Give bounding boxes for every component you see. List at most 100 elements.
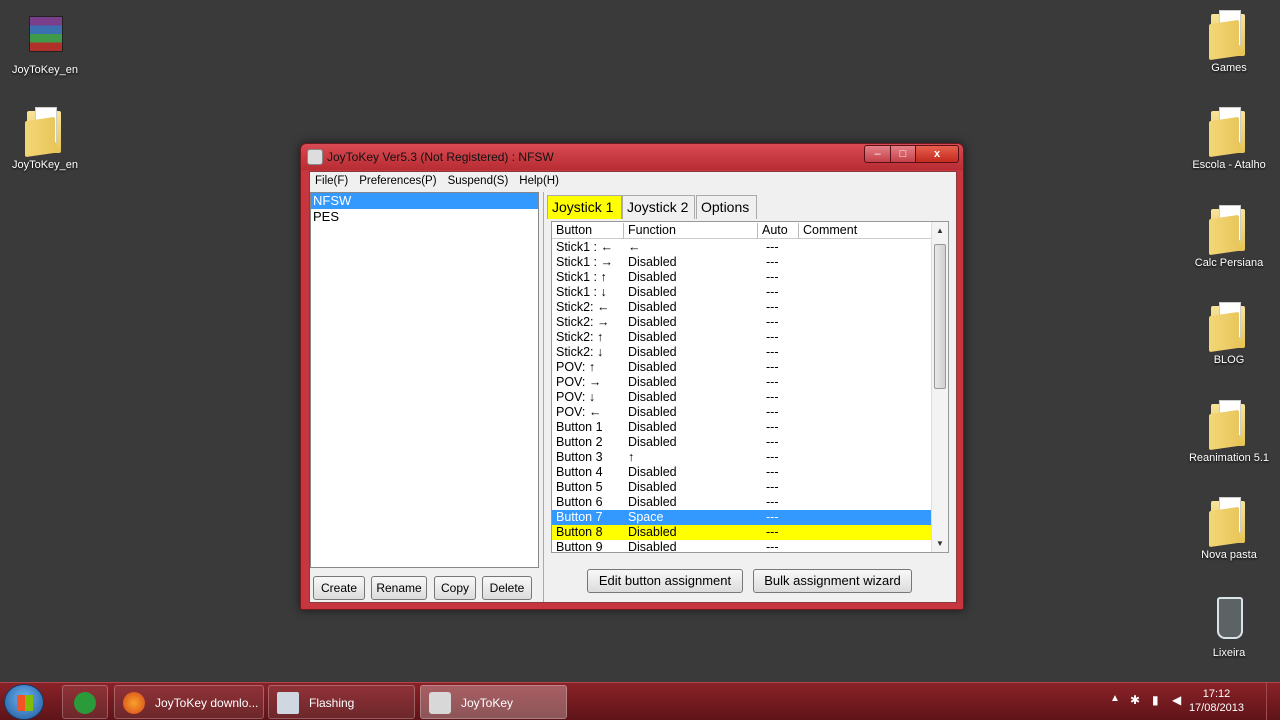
tab-options[interactable]: Options [696, 195, 757, 219]
row-function-cell: Space [628, 510, 664, 524]
profile-item-nfsw[interactable]: NFSW [311, 193, 538, 209]
row-auto-cell: --- [766, 315, 779, 329]
maximize-button[interactable]: □ [890, 145, 916, 163]
title-bar[interactable]: JoyToKey Ver5.3 (Not Registered) : NFSW … [301, 144, 963, 170]
volume-icon[interactable]: ◀ [1172, 693, 1181, 707]
table-row[interactable]: Button 8 Disabled --- [552, 525, 932, 540]
table-row[interactable]: Button 9 Disabled --- [552, 540, 932, 552]
window-client: File(F) Preferences(P) Suspend(S) Help(H… [309, 171, 957, 603]
table-row[interactable]: Stick1 : → Disabled --- [552, 255, 932, 270]
minimize-button[interactable]: – [864, 145, 891, 163]
menu-bar: File(F) Preferences(P) Suspend(S) Help(H… [310, 172, 956, 191]
profile-list[interactable]: NFSW PES [310, 192, 539, 568]
table-row[interactable]: Button 5 Disabled --- [552, 480, 932, 495]
row-button-cell: POV: → [556, 375, 602, 389]
delete-button[interactable]: Delete [482, 576, 532, 600]
desktop-icon-lixeira[interactable]: Lixeira [1184, 593, 1274, 659]
show-desktop-button[interactable] [1266, 683, 1280, 720]
table-row[interactable]: Button 2 Disabled --- [552, 435, 932, 450]
tab-joystick-1[interactable]: Joystick 1 [547, 195, 622, 219]
row-button-cell: Stick2: → [556, 315, 610, 329]
row-button-cell: Button 7 [556, 510, 603, 524]
row-auto-cell: --- [766, 390, 779, 404]
desktop-icon-joytokey-folder[interactable]: JoyToKey_en [0, 105, 90, 171]
grid-rows: Stick1 : ← ← --- Stick1 : → Disabled --- Stick… [552, 240, 932, 552]
rename-button[interactable]: Rename [371, 576, 427, 600]
firefox-icon [123, 692, 145, 714]
scroll-down-icon[interactable]: ▼ [936, 539, 944, 548]
taskbar-item-utorrent[interactable] [62, 685, 108, 719]
table-row[interactable]: POV: ← Disabled --- [552, 405, 932, 420]
desktop-icon-games[interactable]: Games [1184, 8, 1274, 74]
desktop-icon-escola[interactable]: Escola - Atalho [1184, 105, 1274, 171]
table-row[interactable]: Button 7 Space --- [552, 510, 932, 525]
header-comment[interactable]: Comment [799, 223, 932, 239]
folder-icon [1207, 398, 1251, 451]
table-row[interactable]: POV: → Disabled --- [552, 375, 932, 390]
edit-button-assignment-button[interactable]: Edit button assignment [587, 569, 743, 593]
table-row[interactable]: Stick1 : ↑ Disabled --- [552, 270, 932, 285]
row-auto-cell: --- [766, 360, 779, 374]
row-function-cell: Disabled [628, 495, 677, 509]
taskbar-item-firefox[interactable]: JoyToKey downlo... [114, 685, 264, 719]
table-row[interactable]: Stick1 : ← ← --- [552, 240, 932, 255]
taskbar-item-flashing[interactable]: Flashing [268, 685, 415, 719]
start-button[interactable] [4, 684, 44, 720]
row-button-cell: Button 3 [556, 450, 603, 464]
table-row[interactable]: POV: ↓ Disabled --- [552, 390, 932, 405]
table-row[interactable]: Stick2: ← Disabled --- [552, 300, 932, 315]
taskbar-item-joytokey[interactable]: JoyToKey [420, 685, 567, 719]
table-row[interactable]: Stick2: → Disabled --- [552, 315, 932, 330]
table-row[interactable]: Stick2: ↑ Disabled --- [552, 330, 932, 345]
table-row[interactable]: Button 3 ↑ --- [552, 450, 932, 465]
profile-item-pes[interactable]: PES [311, 209, 538, 225]
desktop-icon-joytokey-archive[interactable]: JoyToKey_en [0, 10, 90, 76]
row-auto-cell: --- [766, 480, 779, 494]
network-icon[interactable]: ▮ [1152, 693, 1159, 707]
assignment-grid[interactable]: Button Function Auto Comment Stick1 : ← ←… [551, 221, 949, 553]
row-function-cell: Disabled [628, 525, 677, 539]
row-auto-cell: --- [766, 345, 779, 359]
scroll-up-icon[interactable]: ▲ [936, 226, 944, 235]
row-function-cell: Disabled [628, 315, 677, 329]
menu-help[interactable]: Help(H) [514, 172, 565, 191]
table-row[interactable]: Button 4 Disabled --- [552, 465, 932, 480]
desktop-icon-nova-pasta[interactable]: Nova pasta [1184, 495, 1274, 561]
row-auto-cell: --- [766, 405, 779, 419]
close-button[interactable]: x [915, 145, 959, 163]
grid-header: Button Function Auto Comment [552, 222, 932, 239]
table-row[interactable]: Stick1 : ↓ Disabled --- [552, 285, 932, 300]
row-button-cell: Button 5 [556, 480, 603, 494]
windows-logo-icon [17, 695, 33, 711]
folder-icon [1207, 300, 1251, 353]
tab-joystick-2[interactable]: Joystick 2 [622, 195, 695, 219]
menu-file[interactable]: File(F) [310, 172, 354, 191]
desktop-icon-label: Escola - Atalho [1192, 159, 1266, 171]
table-row[interactable]: POV: ↑ Disabled --- [552, 360, 932, 375]
create-button[interactable]: Create [313, 576, 365, 600]
bulk-assignment-wizard-button[interactable]: Bulk assignment wizard [753, 569, 912, 593]
clock[interactable]: 17:12 17/08/2013 [1189, 687, 1244, 715]
header-function[interactable]: Function [624, 223, 758, 239]
header-auto[interactable]: Auto [758, 223, 799, 239]
app-window-icon [277, 692, 299, 714]
menu-preferences[interactable]: Preferences(P) [354, 172, 442, 191]
vertical-scrollbar[interactable]: ▲ ▼ [931, 222, 948, 552]
row-function-cell: Disabled [628, 435, 677, 449]
scroll-thumb[interactable] [934, 244, 946, 389]
desktop-icon-label: Lixeira [1212, 647, 1246, 659]
table-row[interactable]: Stick2: ↓ Disabled --- [552, 345, 932, 360]
header-button[interactable]: Button [552, 223, 624, 239]
desktop-icon-reanimation[interactable]: Reanimation 5.1 [1184, 398, 1274, 464]
desktop-icon-calc-persiana[interactable]: Calc Persiana [1184, 203, 1274, 269]
row-function-cell: Disabled [628, 480, 677, 494]
table-row[interactable]: Button 6 Disabled --- [552, 495, 932, 510]
tray-app-icon[interactable]: ✱ [1130, 693, 1140, 707]
table-row[interactable]: Button 1 Disabled --- [552, 420, 932, 435]
desktop-icon-blog[interactable]: BLOG [1184, 300, 1274, 366]
row-function-cell: Disabled [628, 465, 677, 479]
row-button-cell: Button 2 [556, 435, 603, 449]
tray-expand-icon[interactable]: ▲ [1110, 693, 1120, 704]
menu-suspend[interactable]: Suspend(S) [443, 172, 515, 191]
copy-button[interactable]: Copy [434, 576, 476, 600]
